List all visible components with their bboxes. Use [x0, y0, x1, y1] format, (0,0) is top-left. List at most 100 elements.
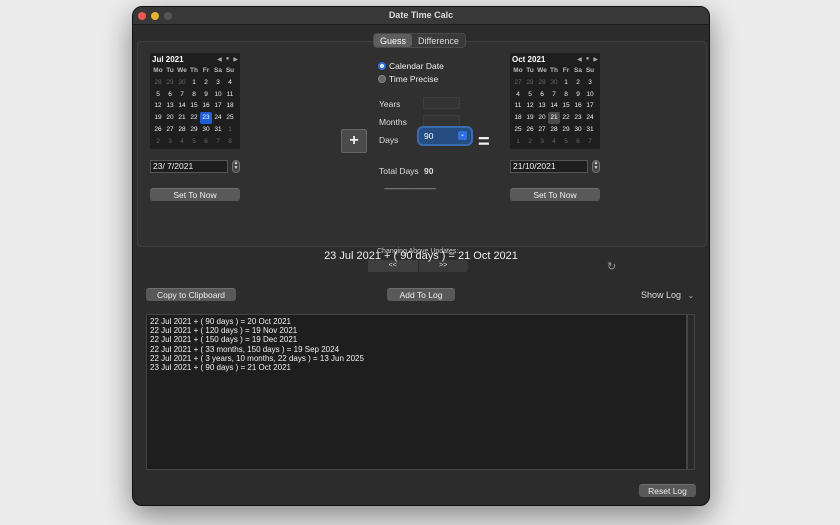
calendar-day[interactable]: 26: [524, 124, 536, 136]
calendar-day[interactable]: 22: [560, 112, 572, 124]
start-set-now-button[interactable]: Set To Now: [150, 188, 240, 201]
calendar-day[interactable]: 16: [572, 100, 584, 112]
end-date-field[interactable]: 21/10/2021: [510, 160, 588, 173]
end-calendar-grid[interactable]: Mo Tu We Th Fr Sa Su 27 28 29 30 1 2 3 4 5 6 7 8 9 10 11 12 13 1…: [512, 65, 598, 148]
calendar-day[interactable]: 17: [584, 100, 596, 112]
calendar-day[interactable]: 14: [548, 100, 560, 112]
calendar-day[interactable]: 27: [536, 124, 548, 136]
calendar-day[interactable]: 28: [152, 77, 164, 89]
calendar-day[interactable]: 30: [200, 124, 212, 136]
calendar-day[interactable]: 10: [212, 89, 224, 101]
calendar-day[interactable]: 23: [200, 112, 212, 124]
calendar-day[interactable]: 27: [164, 124, 176, 136]
calendar-day[interactable]: 13: [164, 100, 176, 112]
calendar-day[interactable]: 29: [164, 77, 176, 89]
end-calendar[interactable]: Oct 2021 ◀ ● ▶ Mo Tu We Th Fr Sa Su 27 28 29 30 1 2 3…: [510, 53, 600, 149]
calendar-day[interactable]: 2: [152, 136, 164, 148]
end-set-now-button[interactable]: Set To Now: [510, 188, 600, 201]
calendar-day[interactable]: 19: [152, 112, 164, 124]
calendar-day[interactable]: 28: [524, 77, 536, 89]
days-input[interactable]: 90 ⌄: [417, 126, 473, 146]
today-dot-icon[interactable]: ●: [226, 56, 230, 63]
calendar-day[interactable]: 4: [548, 136, 560, 148]
operator-button[interactable]: +: [341, 129, 367, 153]
calendar-day[interactable]: 17: [212, 100, 224, 112]
calendar-day[interactable]: 23: [572, 112, 584, 124]
calendar-day[interactable]: 22: [188, 112, 200, 124]
calendar-day[interactable]: 24: [584, 112, 596, 124]
calendar-day[interactable]: 13: [536, 100, 548, 112]
tab-difference[interactable]: Difference: [412, 34, 465, 47]
calendar-day[interactable]: 15: [188, 100, 200, 112]
calendar-day[interactable]: 21: [176, 112, 188, 124]
calendar-day[interactable]: 7: [212, 136, 224, 148]
calendar-day[interactable]: 7: [176, 89, 188, 101]
calendar-day[interactable]: 28: [548, 124, 560, 136]
log-scrollbar[interactable]: [687, 314, 695, 470]
calendar-day[interactable]: 5: [560, 136, 572, 148]
chevron-down-icon[interactable]: ⌄: [458, 131, 467, 140]
calendar-day[interactable]: 12: [524, 100, 536, 112]
calendar-day[interactable]: 6: [200, 136, 212, 148]
calendar-day[interactable]: 2: [572, 77, 584, 89]
calendar-day[interactable]: 28: [176, 124, 188, 136]
calendar-day[interactable]: 25: [512, 124, 524, 136]
calendar-day[interactable]: 5: [524, 89, 536, 101]
calendar-day[interactable]: 6: [164, 89, 176, 101]
show-log-toggle[interactable]: Show Log ⌄: [641, 290, 694, 300]
calendar-day[interactable]: 9: [200, 89, 212, 101]
time-precise-radio[interactable]: Time Precise: [378, 74, 438, 84]
calendar-day[interactable]: 12: [152, 100, 164, 112]
calendar-day[interactable]: 1: [224, 124, 236, 136]
calendar-day[interactable]: 30: [176, 77, 188, 89]
calendar-day[interactable]: 18: [224, 100, 236, 112]
calendar-day[interactable]: 30: [572, 124, 584, 136]
calendar-day[interactable]: 3: [164, 136, 176, 148]
prev-month-icon[interactable]: ◀: [217, 56, 222, 63]
start-calendar[interactable]: Jul 2021 ◀ ● ▶ Mo Tu We Th Fr Sa Su 28 29 30 1 2 3 4 5…: [150, 53, 240, 149]
calendar-day[interactable]: 2: [200, 77, 212, 89]
calendar-day[interactable]: 7: [548, 89, 560, 101]
calendar-day[interactable]: 6: [572, 136, 584, 148]
calendar-day[interactable]: 15: [560, 100, 572, 112]
start-date-stepper[interactable]: ▲ ▼: [232, 160, 240, 173]
log-textarea[interactable]: 22 Jul 2021 + ( 90 days ) = 20 Oct 2021 2…: [146, 314, 687, 470]
calendar-day[interactable]: 29: [536, 77, 548, 89]
calendar-day[interactable]: 3: [536, 136, 548, 148]
calendar-day[interactable]: 8: [224, 136, 236, 148]
calendar-day[interactable]: 5: [152, 89, 164, 101]
calendar-day[interactable]: 14: [176, 100, 188, 112]
calendar-day[interactable]: 2: [524, 136, 536, 148]
calendar-day[interactable]: 1: [188, 77, 200, 89]
today-dot-icon[interactable]: ●: [586, 56, 590, 63]
calendar-day[interactable]: 30: [548, 77, 560, 89]
calendar-day[interactable]: 11: [512, 100, 524, 112]
calendar-day[interactable]: 8: [560, 89, 572, 101]
calendar-day[interactable]: 18: [512, 112, 524, 124]
calendar-day[interactable]: 10: [584, 89, 596, 101]
calendar-day[interactable]: 21: [548, 112, 560, 124]
calendar-day[interactable]: 3: [584, 77, 596, 89]
calendar-day[interactable]: 31: [212, 124, 224, 136]
next-month-icon[interactable]: ▶: [593, 56, 598, 63]
start-date-field[interactable]: 23/ 7/2021: [150, 160, 228, 173]
calendar-day[interactable]: 4: [224, 77, 236, 89]
calendar-day[interactable]: 4: [176, 136, 188, 148]
calendar-day[interactable]: 20: [164, 112, 176, 124]
start-calendar-grid[interactable]: Mo Tu We Th Fr Sa Su 28 29 30 1 2 3 4 5 6 7 8 9 10 11 12 13 14 1…: [152, 65, 238, 148]
calendar-day[interactable]: 11: [224, 89, 236, 101]
prev-month-icon[interactable]: ◀: [577, 56, 582, 63]
calendar-day[interactable]: 24: [212, 112, 224, 124]
end-date-stepper[interactable]: ▲ ▼: [592, 160, 600, 173]
calendar-day[interactable]: 29: [188, 124, 200, 136]
calendar-day[interactable]: 25: [224, 112, 236, 124]
calendar-day[interactable]: 16: [200, 100, 212, 112]
calendar-day[interactable]: 3: [212, 77, 224, 89]
calendar-day[interactable]: 5: [188, 136, 200, 148]
calendar-day[interactable]: 27: [512, 77, 524, 89]
years-input[interactable]: [423, 97, 460, 109]
calendar-day[interactable]: 6: [536, 89, 548, 101]
next-month-icon[interactable]: ▶: [233, 56, 238, 63]
calendar-date-radio[interactable]: Calendar Date: [378, 61, 444, 71]
copy-clipboard-button[interactable]: Copy to Clipboard: [146, 288, 236, 301]
